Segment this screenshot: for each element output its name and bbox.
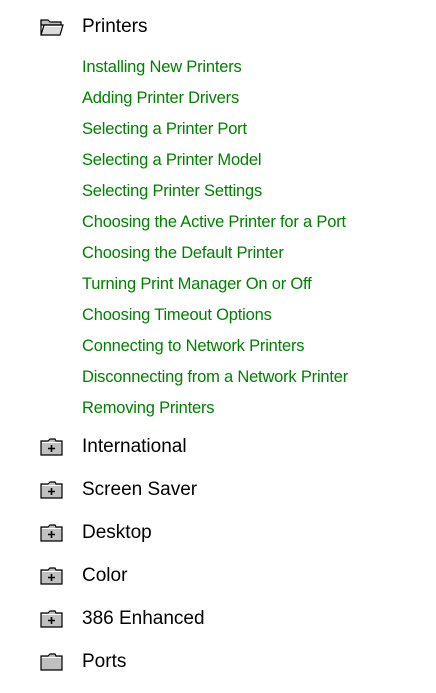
help-contents-tree: Printers Installing New Printers Adding … bbox=[0, 0, 436, 693]
folder-label: Screen Saver bbox=[82, 479, 198, 500]
topic-link[interactable]: Turning Print Manager On or Off bbox=[82, 272, 312, 296]
topic-link[interactable]: Installing New Printers bbox=[82, 55, 242, 79]
topic-link[interactable]: Selecting a Printer Port bbox=[82, 117, 247, 141]
topic-link[interactable]: Disconnecting from a Network Printer bbox=[82, 365, 348, 389]
folder-label: Printers bbox=[82, 16, 148, 37]
topic-link[interactable]: Adding Printer Drivers bbox=[82, 86, 239, 110]
topic-link[interactable]: Selecting Printer Settings bbox=[82, 179, 262, 203]
plus-folder-icon bbox=[40, 524, 63, 542]
plus-folder-icon bbox=[40, 610, 63, 628]
topic-link[interactable]: Choosing the Default Printer bbox=[82, 241, 284, 265]
topic-link[interactable]: Connecting to Network Printers bbox=[82, 334, 305, 358]
folder-label: Ports bbox=[82, 651, 127, 672]
topic-link[interactable]: Choosing the Active Printer for a Port bbox=[82, 210, 346, 234]
folder-label: Desktop bbox=[82, 522, 152, 543]
folder-label: 386 Enhanced bbox=[82, 608, 205, 629]
topic-link[interactable]: Selecting a Printer Model bbox=[82, 148, 262, 172]
open-folder-icon bbox=[40, 19, 64, 36]
plus-folder-icon bbox=[40, 438, 63, 456]
folder-label: Color bbox=[82, 565, 128, 586]
topic-link[interactable]: Removing Printers bbox=[82, 396, 215, 420]
plus-folder-icon bbox=[40, 567, 63, 585]
plus-folder-icon bbox=[40, 481, 63, 499]
topic-link[interactable]: Choosing Timeout Options bbox=[82, 303, 272, 327]
folder-label: International bbox=[82, 436, 187, 457]
folder-icon bbox=[40, 653, 63, 671]
